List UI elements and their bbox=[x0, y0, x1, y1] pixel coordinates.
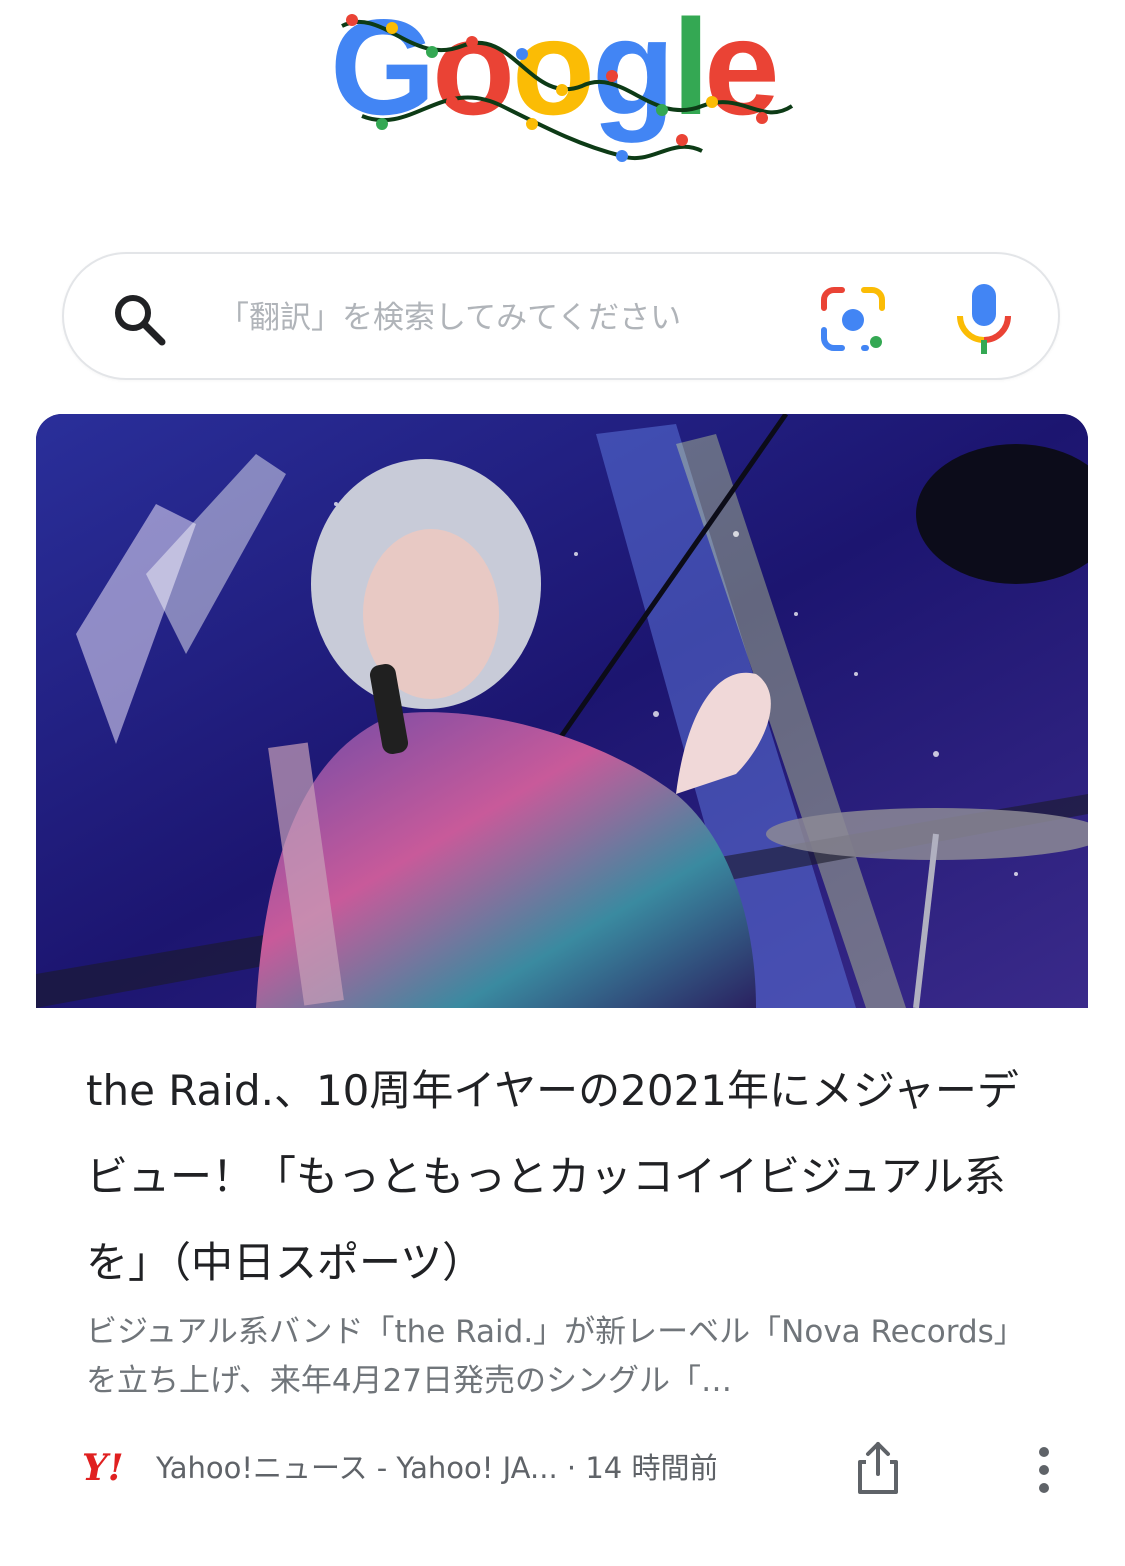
google-lens-icon[interactable] bbox=[818, 284, 888, 354]
logo-letter-o1: o bbox=[432, 6, 515, 143]
yahoo-logo-icon: Y! bbox=[82, 1447, 124, 1489]
search-bar[interactable] bbox=[62, 252, 1060, 380]
logo-letter-o2: o bbox=[512, 6, 595, 143]
google-logo[interactable]: .lt { font-family:"Liberation Sans", san… bbox=[0, 0, 1125, 190]
news-source-meta: Yahoo!ニュース - Yahoo! JA... · 14 時間前 bbox=[156, 1446, 716, 1490]
microphone-icon[interactable] bbox=[952, 282, 1016, 356]
logo-letter-g2: g bbox=[592, 6, 675, 143]
more-options-icon[interactable] bbox=[1032, 1442, 1056, 1498]
news-source-row: Y! Yahoo!ニュース - Yahoo! JA... · 14 時間前 bbox=[82, 1434, 1049, 1504]
news-image[interactable] bbox=[36, 414, 1088, 1008]
news-card[interactable]: the Raid.、10周年イヤーの2021年にメジャーデビュー！「もっともっと… bbox=[36, 414, 1088, 1534]
news-time: · 14 時間前 bbox=[566, 1451, 716, 1485]
news-source-name: Yahoo!ニュース - Yahoo! JA... bbox=[156, 1451, 558, 1485]
logo-letter-e: e bbox=[704, 6, 780, 143]
news-title[interactable]: the Raid.、10周年イヤーの2021年にメジャーデビュー！「もっともっと… bbox=[86, 1048, 1046, 1306]
search-icon[interactable] bbox=[110, 290, 168, 348]
search-input[interactable] bbox=[216, 282, 780, 354]
share-icon[interactable] bbox=[848, 1438, 908, 1498]
news-snippet: ビジュアル系バンド「the Raid.」が新レーベル「Nova Records」… bbox=[86, 1314, 1010, 1399]
concert-photo bbox=[36, 414, 1088, 1008]
